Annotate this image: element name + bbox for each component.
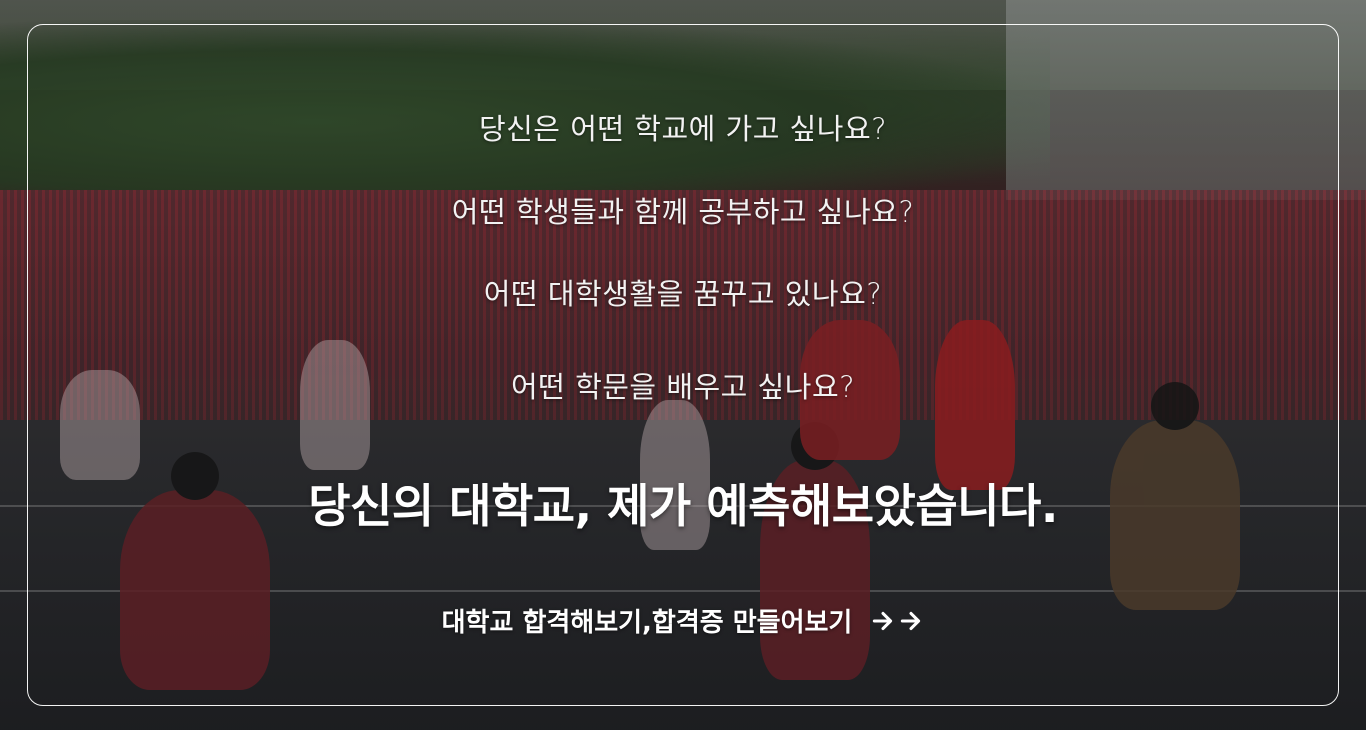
cta-button[interactable]: 대학교 합격해보기,합격증 만들어보기: [442, 602, 925, 639]
arrow-right-icon: [873, 611, 893, 630]
hero-banner: 당신은 어떤 학교에 가고 싶나요? 어떤 학생들과 함께 공부하고 싶나요? …: [0, 0, 1366, 730]
arrow-right-icon: [901, 611, 921, 630]
headline: 당신의 대학교, 제가 예측해보았습니다.: [308, 479, 1058, 533]
question-college-life: 어떤 대학생활을 꿈꾸고 있나요?: [483, 277, 883, 311]
cta-arrows: [870, 608, 924, 634]
cta-container: 대학교 합격해보기,합격증 만들어보기: [0, 602, 1366, 639]
hero-content: 당신은 어떤 학교에 가고 싶나요? 어떤 학생들과 함께 공부하고 싶나요? …: [0, 0, 1366, 730]
question-classmates: 어떤 학생들과 함께 공부하고 싶나요?: [451, 195, 915, 229]
cta-label: 대학교 합격해보기,합격증 만들어보기: [441, 608, 853, 638]
question-school: 당신은 어떤 학교에 가고 싶나요?: [478, 112, 888, 146]
question-major: 어떤 학문을 배우고 싶나요?: [510, 370, 856, 404]
